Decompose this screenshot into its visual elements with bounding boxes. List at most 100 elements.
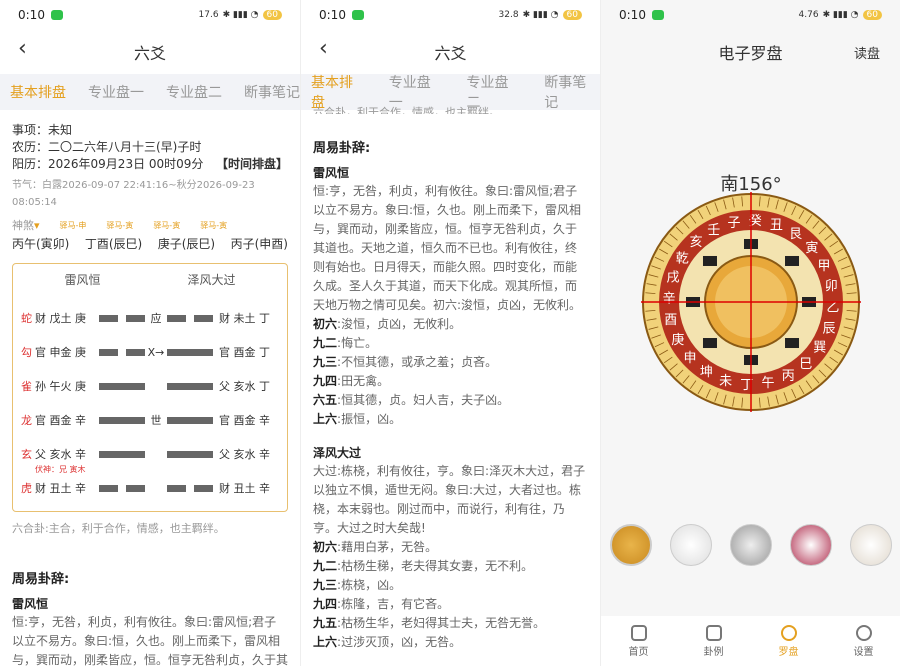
clock: 0:10 [18, 8, 45, 22]
nav-bar-2: ‹ 六爻 [301, 30, 600, 74]
compass-skin-list [601, 524, 900, 566]
tab-pro1[interactable]: 专业盘一 [88, 82, 144, 102]
compass-ring-label: 子 [727, 216, 740, 231]
ben-gua-name: 雷风恒 [64, 273, 101, 287]
compass-ring-label: 午 [762, 376, 775, 391]
ben-yao-label: 财 丑土 辛 [35, 481, 86, 495]
bian-yao-label: 官 酉金 辛 [219, 413, 270, 427]
compass-dial[interactable]: 丙午丁未坤申庚酉辛戌乾亥壬子癸丑艮寅甲卯乙辰巽巳 [641, 192, 861, 412]
shiying-mark: 世 [150, 413, 162, 427]
compass-ring-label: 卯 [825, 279, 838, 294]
yao-ci-line: 九二:枯杨生稊，老夫得其女妻，无不利。 [313, 559, 534, 573]
liushou: 虎 [21, 481, 32, 495]
bian-yao-line [167, 416, 213, 424]
status-bar-2: 0:10 32.8 ✱ ▮▮▮ ◔ 60 [301, 0, 600, 30]
skin-thumb-3[interactable] [730, 524, 772, 566]
yao-ci-line: 九三:栋桡，凶。 [313, 578, 402, 592]
compass-ring-label: 壬 [707, 223, 720, 238]
shiying-mark: X→ [147, 345, 165, 359]
gua1-name: 雷风恒 [12, 597, 49, 611]
shiying-mark: 应 [150, 311, 162, 325]
bian-yao-line [167, 314, 213, 322]
liushou: 雀 [21, 379, 32, 393]
yao-ci-line: 九四:栋隆，吉，有它吝。 [313, 597, 450, 611]
ben-yao-line [99, 348, 145, 356]
back-icon[interactable]: ‹ [319, 36, 328, 61]
bian-yao-label: 财 丑土 辛 [219, 481, 270, 495]
yao-row: 雀孙 午火 庚 父 亥水 丁 [21, 369, 279, 403]
home-icon [630, 624, 647, 641]
compass-panel: 0:10 4.76 ✱ ▮▮▮ ◔ 60 电子罗盘 读盘 南156° 丙午丁未坤申庚… [600, 0, 900, 666]
bian-yao-line [167, 382, 213, 390]
read-pan-button[interactable]: 读盘 [854, 43, 880, 62]
compass-ring-label: 巳 [799, 357, 812, 372]
skin-thumb-4[interactable] [790, 524, 832, 566]
liuyao-panel-2: 0:10 32.8 ✱ ▮▮▮ ◔ 60 ‹ 六爻 基本排盘 专业盘一 专业盘二 断… [300, 0, 600, 666]
yao-ci-line: 九三:不恒其德，或承之羞；贞吝。 [313, 355, 498, 369]
ben-yao-label: 财 戊土 庚 [35, 311, 86, 325]
nav-bar-3: 电子罗盘 读盘 [601, 30, 900, 74]
ben-yao-label: 官 酉金 辛 [35, 413, 86, 427]
compass-ring-label: 甲 [818, 259, 831, 274]
gua-text-scroll[interactable]: 六合卦，利于合作，情感，也主羁绊。 周易卦辞: 雷风恒 恒:亨，无咎，利贞，利有… [301, 104, 600, 652]
yao-ci-line: 初六:藉用白茅，无咎。 [313, 540, 438, 554]
gua1-name-2: 雷风恒 [313, 166, 350, 180]
compass-ring-label: 巽 [813, 341, 826, 356]
gua-box: 雷风恒 泽风大过 蛇财 戊土 庚 应 财 未土 丁勾官 申金 庚 X→ 官 酉金 丁雀孙 … [12, 263, 288, 512]
yao-ci-line: 上六:振恒，凶。 [313, 412, 402, 426]
liushou: 龙 [21, 413, 32, 427]
bian-yao-label: 财 未土 丁 [219, 311, 270, 325]
bagua-trigram [702, 338, 717, 349]
skin-thumb-2[interactable] [670, 524, 712, 566]
time-paipan-button[interactable]: 【时间排盘】 [216, 156, 288, 173]
back-icon[interactable]: ‹ [18, 36, 27, 61]
compass-ring-label: 丑 [770, 218, 783, 233]
skin-thumb-1[interactable] [610, 524, 652, 566]
yao-row: 龙官 酉金 辛世官 酉金 辛 [21, 403, 279, 437]
user-icon [855, 624, 872, 641]
page-title-2: 六爻 [434, 44, 467, 63]
yao-row: 蛇财 戊土 庚 应 财 未土 丁 [21, 301, 279, 335]
liuhe-note: 六合卦:主合，利于合作，情感，也主羁绊。 [12, 522, 225, 535]
yao-ci-line: 九五:枯杨生华，老妇得其士夫，无咎无誉。 [313, 616, 546, 630]
tab-cases[interactable]: 卦例 [704, 624, 724, 658]
compass-ring-label: 庚 [671, 332, 684, 348]
compass-ring-label: 寅 [805, 240, 818, 256]
yangli: 阳历：2026年09月23日 00时09分 [12, 157, 204, 171]
status-bar-3: 0:10 4.76 ✱ ▮▮▮ ◔ 60 [601, 0, 900, 30]
tab-settings[interactable]: 设置 [854, 624, 874, 658]
ben-yao-line [99, 314, 145, 322]
bagua-trigram [702, 255, 717, 266]
liushou: 勾 [21, 345, 32, 359]
wechat-icon [50, 10, 63, 20]
ben-yao-line [99, 450, 145, 458]
compass-ring-label: 丙 [782, 369, 795, 384]
yao-row: 虎财 丑土 辛财 丑土 辛 [21, 471, 279, 505]
yao-ci-line: 九二:悔亡。 [313, 336, 378, 350]
bian-yao-line [167, 484, 213, 492]
tab-pro2[interactable]: 专业盘二 [166, 82, 222, 102]
bian-yao-label: 父 亥水 辛 [219, 447, 270, 461]
tab-notes[interactable]: 断事笔记 [244, 82, 300, 102]
zhouyi-title: 周易卦辞: [12, 572, 70, 587]
tab-home[interactable]: 首页 [629, 624, 649, 658]
skin-thumb-5[interactable] [850, 524, 892, 566]
yao-ci-line: 六五:恒其德，贞。妇人吉，夫子凶。 [313, 393, 510, 407]
nongli: 农历：二〇二六年八月十三(早)子时 [12, 140, 202, 154]
bagua-trigram [785, 338, 800, 349]
bian-yao-line [167, 348, 213, 356]
tab-notes[interactable]: 断事笔记 [544, 72, 600, 112]
bian-yao-label: 父 亥水 丁 [219, 379, 270, 393]
yao-ci-line: 初六:浚恒，贞凶，无攸利。 [313, 317, 462, 331]
compass-ring-label: 辰 [822, 321, 835, 336]
tab-basic[interactable]: 基本排盘 [10, 82, 66, 102]
compass-icon [780, 624, 797, 641]
compass-ring-label: 乾 [676, 251, 689, 266]
tab-compass[interactable]: 罗盘 [779, 624, 799, 658]
gua1-text-2: 恒:亨，无咎，利贞，利有攸往。象曰:雷风恒;君子以立不易方。象曰:恒，久也。刚上… [313, 184, 582, 312]
yao-row: 勾官 申金 庚 X→ 官 酉金 丁 [21, 335, 279, 369]
yao-ci-line: 九四:田无禽。 [313, 374, 390, 388]
gua2-text: 大过:栋桡，利有攸往，亨。象曰:泽灭木大过，君子以独立不惧，遁世无闷。象曰:大过… [313, 464, 586, 535]
ben-yao-label: 孙 午火 庚 [35, 379, 86, 393]
compass-ring-label: 辛 [663, 292, 676, 307]
